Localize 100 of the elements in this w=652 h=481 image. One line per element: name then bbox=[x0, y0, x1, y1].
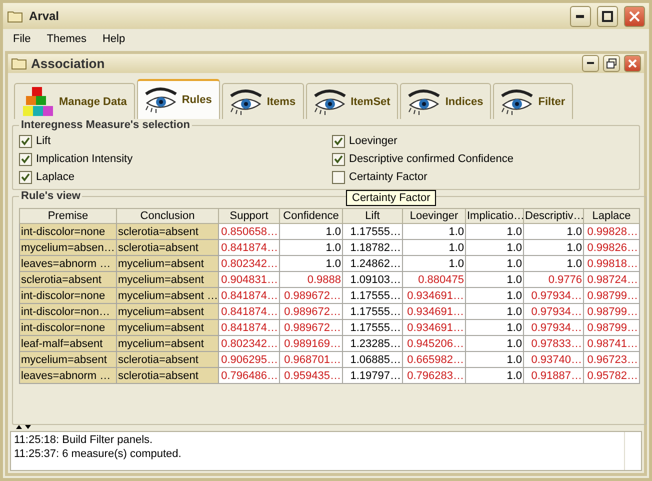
table-cell: 0.906295… bbox=[218, 352, 280, 368]
checkbox-label: Lift bbox=[36, 135, 51, 148]
table-cell: 1.0 bbox=[466, 352, 524, 368]
log-line: 11:25:18: Build Filter panels. bbox=[14, 432, 154, 446]
panel-title: Rule's view bbox=[20, 190, 82, 202]
table-cell: mycelium=absent bbox=[116, 272, 218, 288]
tab[interactable]: Rules bbox=[136, 79, 220, 120]
eye-icon bbox=[407, 88, 442, 116]
table-cell: 1.0 bbox=[524, 256, 584, 272]
restore-button[interactable] bbox=[603, 55, 620, 72]
table-cell: int-discolor=none bbox=[20, 288, 116, 304]
column-header[interactable]: Implicatio… bbox=[466, 208, 524, 224]
column-header[interactable]: Descriptiv… bbox=[524, 208, 584, 224]
eye-icon bbox=[500, 88, 534, 116]
tab[interactable]: ItemSet bbox=[306, 83, 398, 120]
table-cell: 0.9888 bbox=[280, 272, 342, 288]
table-cell: 0.97934… bbox=[524, 320, 584, 336]
table-cell: 1.0 bbox=[524, 224, 584, 240]
checkbox[interactable] bbox=[19, 170, 32, 184]
table-cell: 0.99826… bbox=[584, 240, 640, 256]
measure-checkbox[interactable]: Laplace bbox=[19, 169, 332, 186]
checkbox[interactable] bbox=[332, 170, 345, 184]
table-cell: 0.968701… bbox=[280, 352, 342, 368]
table-cell: mycelium=absen… bbox=[20, 240, 116, 256]
table-cell: 1.0 bbox=[466, 288, 524, 304]
checkbox[interactable] bbox=[332, 152, 345, 166]
table-cell: 1.06885… bbox=[342, 352, 402, 368]
minimize-icon bbox=[587, 62, 594, 66]
table-cell: 1.17555… bbox=[342, 288, 402, 304]
table-cell: 0.98724… bbox=[584, 272, 640, 288]
table-cell: 1.24862… bbox=[342, 256, 402, 272]
tab[interactable]: Filter bbox=[493, 83, 574, 120]
menu-item[interactable]: File bbox=[7, 33, 41, 45]
table-cell: leaf-malf=absent bbox=[20, 336, 116, 352]
table-cell: 0.841874… bbox=[218, 288, 280, 304]
folder-icon bbox=[11, 57, 27, 70]
frame-title: Association bbox=[31, 56, 106, 72]
table-cell: 1.18782… bbox=[342, 240, 402, 256]
table-cell: 1.0 bbox=[402, 224, 466, 240]
table-cell: 0.945206… bbox=[402, 336, 466, 352]
measure-checkbox[interactable]: Lift bbox=[19, 133, 332, 150]
table-cell: mycelium=absent bbox=[116, 336, 218, 352]
table-cell: 1.0 bbox=[466, 336, 524, 352]
table-cell: 0.880475 bbox=[402, 272, 466, 288]
table-cell: 0.97934… bbox=[524, 304, 584, 320]
table-cell: 0.802342… bbox=[218, 336, 280, 352]
column-header[interactable]: Loevinger bbox=[402, 208, 466, 224]
table-cell: 0.841874… bbox=[218, 320, 280, 336]
column-header[interactable]: Lift bbox=[342, 208, 402, 224]
table-cell: 1.0 bbox=[280, 256, 342, 272]
table-cell: mycelium=absent … bbox=[116, 288, 218, 304]
blocks-icon bbox=[21, 84, 55, 119]
checkbox[interactable] bbox=[19, 152, 32, 166]
table-cell: 0.98799… bbox=[584, 304, 640, 320]
table-cell: mycelium=absent bbox=[116, 320, 218, 336]
table-cell: 0.989169… bbox=[280, 336, 342, 352]
eye-icon bbox=[312, 88, 347, 116]
table-cell: 1.0 bbox=[524, 240, 584, 256]
checkbox-label: Implication Intensity bbox=[36, 153, 133, 166]
window-title: Arval bbox=[29, 9, 60, 23]
measure-checkbox[interactable]: Descriptive confirmed Confidence bbox=[332, 151, 633, 168]
menu-item[interactable]: Help bbox=[96, 33, 136, 45]
minimize-icon bbox=[576, 14, 585, 18]
table-cell: 0.989672… bbox=[280, 304, 342, 320]
table-cell: 0.904831… bbox=[218, 272, 280, 288]
menu-item[interactable]: Themes bbox=[40, 33, 96, 45]
table-cell: 0.97934… bbox=[524, 288, 584, 304]
checkbox[interactable] bbox=[332, 134, 345, 148]
table-cell: 0.989672… bbox=[280, 288, 342, 304]
column-header[interactable]: Confidence bbox=[280, 208, 342, 224]
tab[interactable]: Items bbox=[222, 83, 304, 120]
column-header[interactable]: Premise bbox=[20, 208, 116, 224]
column-header[interactable]: Conclusion bbox=[116, 208, 218, 224]
minimize-button[interactable] bbox=[582, 55, 599, 72]
measure-checkbox[interactable]: Certainty Factor bbox=[332, 169, 633, 186]
table-cell: 0.959435… bbox=[280, 368, 342, 384]
close-button[interactable] bbox=[624, 6, 645, 26]
table-cell: 0.989672… bbox=[280, 320, 342, 336]
checkbox[interactable] bbox=[19, 134, 32, 148]
column-header[interactable]: Support bbox=[218, 208, 280, 224]
table-cell: 1.0 bbox=[280, 240, 342, 256]
table-cell: leaves=abnorm … bbox=[20, 368, 116, 384]
close-button[interactable] bbox=[624, 55, 641, 72]
panel-title: Interegness Measure's selection bbox=[20, 119, 191, 132]
maximize-button[interactable] bbox=[597, 6, 618, 26]
table-cell: 0.98799… bbox=[584, 320, 640, 336]
minimize-button[interactable] bbox=[570, 6, 591, 26]
table-cell: mycelium=absent bbox=[20, 352, 116, 368]
measure-checkbox[interactable]: Implication Intensity bbox=[19, 151, 332, 168]
table-cell: 0.934691… bbox=[402, 288, 466, 304]
tab[interactable]: Indices bbox=[400, 83, 492, 120]
table-cell: mycelium=absent bbox=[116, 256, 218, 272]
table-cell: 1.09103… bbox=[342, 272, 402, 288]
table-cell: 1.17555… bbox=[342, 304, 402, 320]
measure-checkbox[interactable]: Loevinger bbox=[332, 133, 633, 150]
tab[interactable]: Manage Data bbox=[14, 83, 135, 120]
tooltip: Certainty Factor bbox=[346, 190, 436, 206]
table-cell: 1.19797… bbox=[342, 368, 402, 384]
column-header[interactable]: Laplace bbox=[584, 208, 640, 224]
checkbox-label: Loevinger bbox=[349, 135, 398, 148]
